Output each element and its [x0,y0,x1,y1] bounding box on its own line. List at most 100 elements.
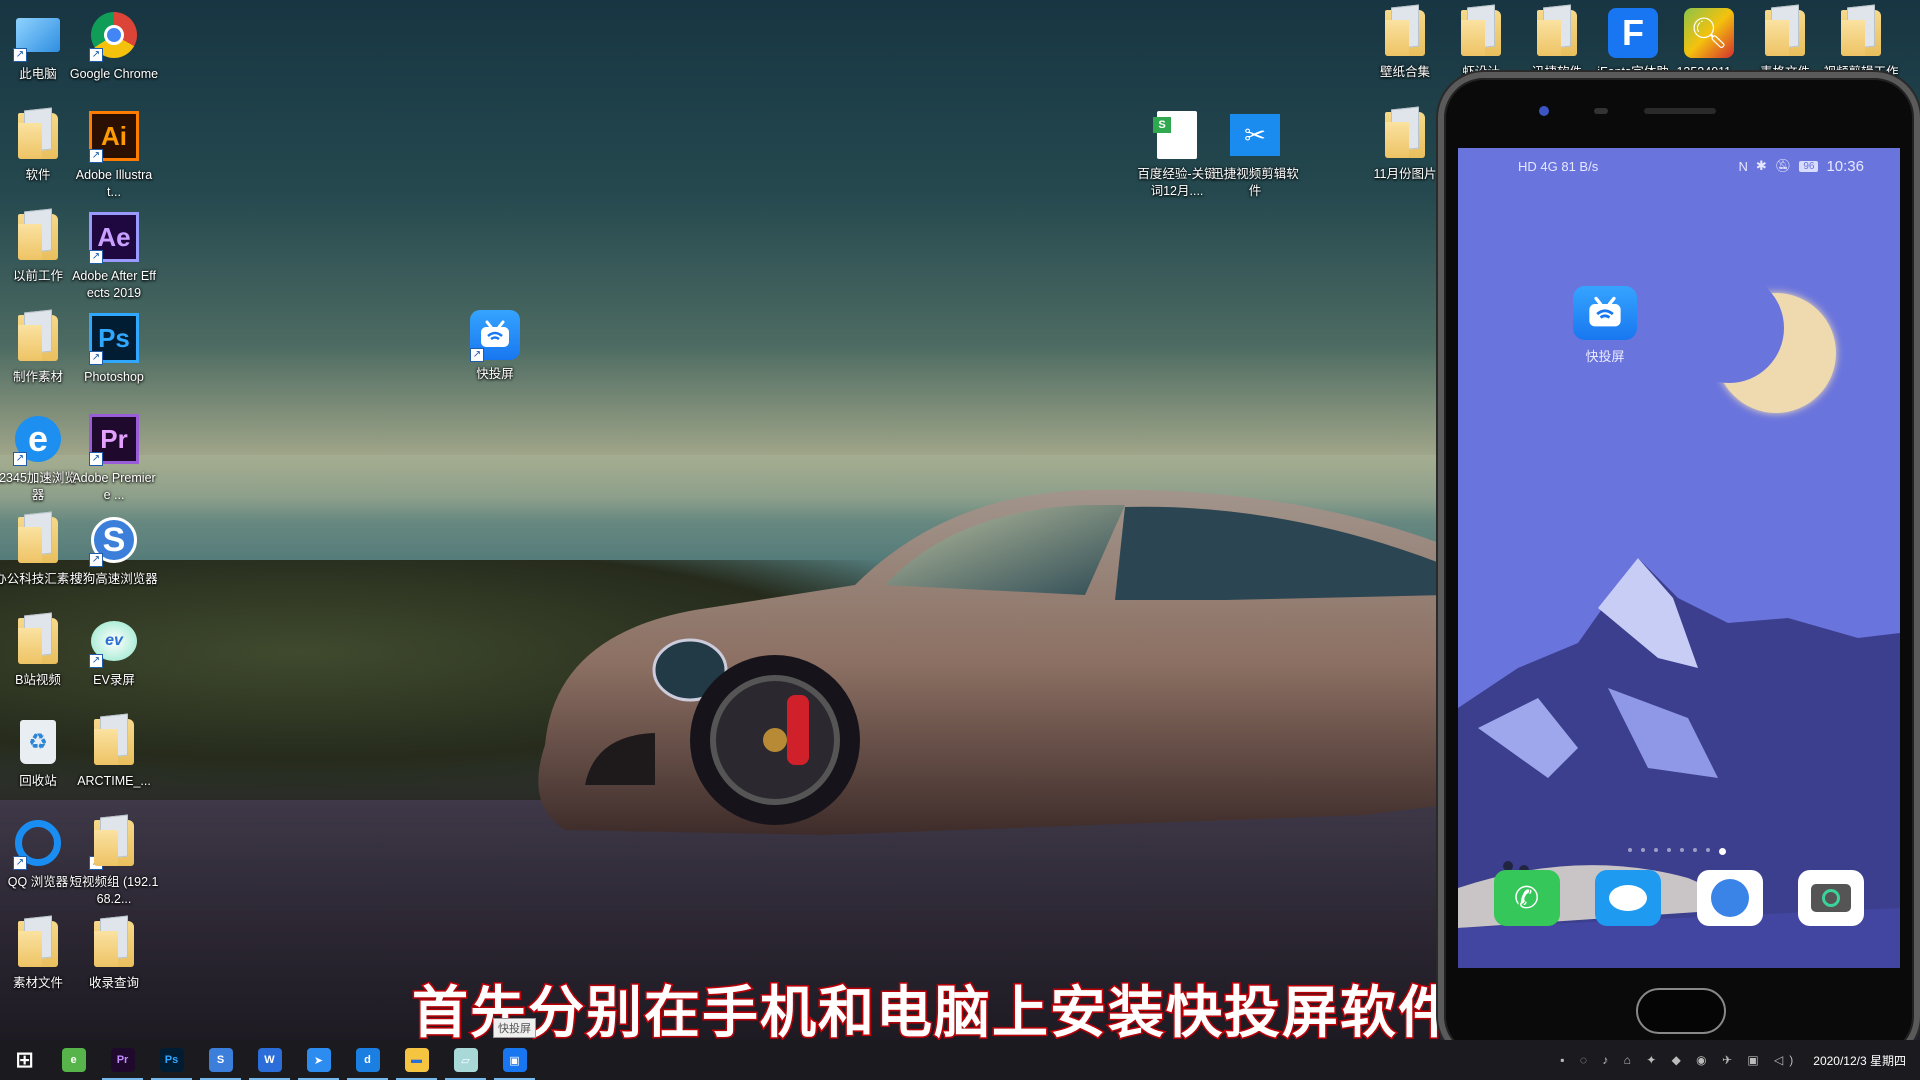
taskbar-clock[interactable]: 2020/12/3 星期四 [1813,1052,1906,1069]
shortcut-arrow-icon: ↗ [89,351,103,365]
taskbar-feishu[interactable]: ➤ [294,1040,343,1080]
video-subtitle: 首先分别在手机和电脑上安装快投屏软件 [411,980,1456,1048]
folder-icon [1834,6,1888,60]
desktop-left-icon-11[interactable]: S ↗ 搜狗高速浏览器 [69,513,159,588]
page-dot [1641,848,1645,852]
desktop-left-icon-17[interactable]: ↗ 短视频组 (192.168.2... [69,816,159,908]
search-app-icon: 🔍︎ [1682,6,1736,60]
desktop-left-icon-13[interactable]: ev ↗ EV录屏 [69,614,159,689]
system-tray: ▪ ◌ ♪ ⌂ ✦ ◆ ◉ ✈ ▣ ◁) 2020/12/3 星期四 [1560,1040,1920,1080]
kuaitouping-icon: ▣ [502,1048,527,1072]
page-dot [1654,848,1658,852]
mute-icon: 🔕︎ [1774,158,1792,173]
desktop-left-icon-7[interactable]: Ps ↗ Photoshop [69,311,159,386]
icon-label: Photoshop [84,370,144,384]
desktop-middle-icon-0[interactable]: S 百度经验-关键词12月.... [1132,108,1222,200]
sogou-browser-icon: S [208,1048,233,1072]
icon-label: 搜狗高速浏览器 [70,572,158,586]
taskbar-2345-browser[interactable]: e [49,1040,98,1080]
page-dot [1680,848,1684,852]
ae-icon: Ae ↗ [87,210,141,264]
dock-camera-app[interactable] [1798,870,1865,926]
folder-icon [1530,6,1584,60]
shortcut-arrow-icon: ↗ [13,452,27,466]
icon-label: EV录屏 [93,673,135,687]
desktop-middle-icon-2[interactable]: 11月份图片 [1360,108,1450,183]
shortcut-arrow-icon: ↗ [470,348,484,362]
proximity-sensor [1594,108,1608,114]
phone-call-icon: ✆ [1514,881,1540,915]
desktop-left-icon-9[interactable]: Pr ↗ Adobe Premiere ... [69,412,159,504]
taskbar-start[interactable]: ⊞ [0,1040,49,1080]
start-icon: ⊞ [15,1047,34,1072]
taskbar-file-explorer[interactable]: ▬ [392,1040,441,1080]
folder-icon [87,715,141,769]
folder-icon [11,109,65,163]
shortcut-arrow-icon: ↗ [89,149,103,163]
tray-icons[interactable]: ▪ ◌ ♪ ⌂ ✦ ◆ ◉ ✈ ▣ ◁) [1560,1053,1799,1067]
taskbar-wps[interactable]: W [245,1040,294,1080]
shortcut-arrow-icon: ↗ [13,48,27,62]
wallpaper-car [538,489,1445,835]
icon-label: 11月份图片 [1373,167,1437,181]
folder-icon [11,210,65,264]
taskbar-photoshop[interactable]: Ps [147,1040,196,1080]
icon-label: Adobe Premiere ... [72,471,156,502]
ev-icon: ev ↗ [87,614,141,668]
desktop-left-icon-15[interactable]: ARCTIME_... [69,715,159,790]
shortcut-arrow-icon: ↗ [89,553,103,567]
dock-phone-app[interactable]: ✆ [1493,870,1560,926]
taskbar-sogou-browser[interactable]: S [196,1040,245,1080]
taskbar-tooltip: 快投屏 [493,1018,536,1038]
shortcut-arrow-icon: ↗ [89,452,103,466]
home-button[interactable] [1636,988,1726,1034]
icon-label: Adobe After Effects 2019 [72,269,156,300]
taskbar-kuaitouping[interactable]: ▣ [490,1040,539,1080]
app-d-icon: d [355,1048,380,1072]
folder-icon [1758,6,1812,60]
bluetooth-icon: ✱ [1755,158,1767,173]
ps-icon: Ps ↗ [87,311,141,365]
sogou-icon: S ↗ [87,513,141,567]
2345-browser-icon: e [61,1048,86,1072]
wps-icon: W [257,1048,282,1072]
nfc-icon: N [1738,158,1748,174]
kuaitouping-icon: ↗ [468,308,522,362]
wallpaper-moon [1674,273,1836,413]
desktop-left-icon-1[interactable]: ↗ Google Chrome [69,8,159,83]
phone-status-bar: HD 4G 81 B/s N ✱ 🔕︎ 96 10:36 [1458,148,1900,184]
pr-icon: Pr ↗ [87,412,141,466]
folder-icon [11,513,65,567]
desktop-left-icon-19[interactable]: 收录查询 [69,917,159,992]
page-dot [1628,848,1632,852]
front-camera-icon [1539,106,1549,116]
desktop-left-icon-3[interactable]: Ai ↗ Adobe Illustrat... [69,109,159,201]
ie-icon: e ↗ [11,412,65,466]
page-dot [1693,848,1697,852]
folder-icon [11,614,65,668]
desktop-icon-kuaitouping[interactable]: ↗ 快投屏 [450,308,540,383]
sheet-icon: S [1150,108,1204,162]
video-cut-icon: ✂ [1228,108,1282,162]
dock-messages-app[interactable] [1595,870,1662,926]
feishu-icon: ➤ [306,1048,331,1072]
message-bubble-icon [1609,885,1648,911]
desktop-left-icon-5[interactable]: Ae ↗ Adobe After Effects 2019 [69,210,159,302]
computer-icon: ↗ [11,8,65,62]
globe-icon [1710,879,1749,917]
phone-clock: 10:36 [1826,157,1864,175]
folder-icon [11,311,65,365]
dock-browser-app[interactable] [1696,870,1763,926]
desktop-middle-icon-1[interactable]: ✂ 迅捷视频剪辑软件 [1210,108,1300,200]
taskbar-notes[interactable]: ▱ [441,1040,490,1080]
phone-dock: ✆ [1458,870,1900,926]
icon-label: Adobe Illustrat... [75,168,153,199]
page-dot [1667,848,1671,852]
taskbar-app-d[interactable]: d [343,1040,392,1080]
phone-mirror-frame: HD 4G 81 B/s N ✱ 🔕︎ 96 10:36 快投屏 ✆ [1438,72,1920,1062]
phone-app-kuaitouping[interactable]: 快投屏 [1573,286,1637,365]
photoshop-icon: Ps [159,1048,184,1072]
desktop-top-icon-6[interactable]: 视频剪辑工作 [1816,6,1906,81]
taskbar-premiere[interactable]: Pr [98,1040,147,1080]
shortcut-arrow-icon: ↗ [89,250,103,264]
